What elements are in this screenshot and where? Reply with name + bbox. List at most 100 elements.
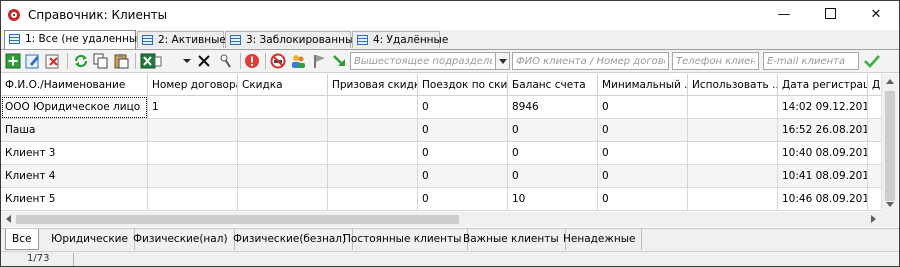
delete-icon[interactable]	[45, 53, 61, 69]
prize-discount-cell[interactable]	[328, 165, 418, 188]
discount-cell[interactable]	[238, 119, 328, 142]
column-header[interactable]: Поездок по ски...	[418, 74, 508, 96]
flag-icon[interactable]	[312, 53, 328, 69]
discount-cell[interactable]	[238, 165, 328, 188]
trips-cell[interactable]: 0	[418, 96, 508, 119]
balance-cell[interactable]: 0	[508, 119, 598, 142]
column-header[interactable]: Призовая скидка	[328, 74, 418, 96]
column-header[interactable]: Баланс счета	[508, 74, 598, 96]
minimum-cell[interactable]: 0	[598, 142, 688, 165]
contract-number-cell[interactable]	[148, 165, 238, 188]
horizontal-scrollbar[interactable]	[1, 212, 881, 227]
minimize-button[interactable]: —	[761, 1, 807, 30]
refresh-icon[interactable]	[73, 53, 89, 69]
copy-icon[interactable]	[93, 53, 109, 69]
prize-discount-cell[interactable]	[328, 188, 418, 211]
no-smoking-icon[interactable]	[270, 53, 286, 69]
dropdown-arrow-icon[interactable]	[182, 53, 192, 69]
users-icon[interactable]	[290, 53, 306, 69]
extra-date-cell[interactable]	[868, 188, 881, 211]
trips-cell[interactable]: 0	[418, 188, 508, 211]
cancel-x-icon[interactable]	[196, 53, 212, 69]
apply-filter-button[interactable]	[863, 53, 881, 69]
scroll-right-icon[interactable]	[871, 215, 876, 223]
pin-icon[interactable]	[218, 53, 234, 69]
minimum-cell[interactable]: 0	[598, 96, 688, 119]
vertical-scrollbar[interactable]	[881, 74, 898, 212]
tab-deleted[interactable]: 4: Удалённые	[352, 31, 448, 48]
minimum-cell[interactable]: 0	[598, 188, 688, 211]
contract-number-cell[interactable]	[148, 188, 238, 211]
title-bar[interactable]: Справочник: Клиенты — ✕	[1, 1, 899, 30]
client-name-cell[interactable]: Клиент 3	[1, 142, 148, 165]
use-cell[interactable]	[688, 96, 778, 119]
balance-cell[interactable]: 0	[508, 142, 598, 165]
client-name-cell[interactable]: Клиент 5	[1, 188, 148, 211]
use-cell[interactable]	[688, 119, 778, 142]
stop-icon[interactable]	[244, 53, 260, 69]
email-filter-input[interactable]	[763, 52, 859, 70]
column-header[interactable]: Да	[868, 74, 881, 96]
balance-cell[interactable]: 10	[508, 188, 598, 211]
client-name-cell[interactable]: Клиент 4	[1, 165, 148, 188]
prize-discount-cell[interactable]	[328, 119, 418, 142]
close-button[interactable]: ✕	[853, 1, 899, 30]
horizontal-scroll-thumb[interactable]	[16, 215, 459, 224]
scroll-up-icon[interactable]	[886, 79, 894, 84]
vertical-scroll-thumb[interactable]	[885, 91, 895, 201]
edit-icon[interactable]	[25, 53, 41, 69]
column-header[interactable]: Ф.И.О./Наименование	[1, 74, 148, 96]
arrow-import-icon[interactable]	[332, 53, 348, 69]
add-icon[interactable]	[5, 53, 21, 69]
minimum-cell[interactable]: 0	[598, 119, 688, 142]
contract-number-cell[interactable]: 1	[148, 96, 238, 119]
contract-number-cell[interactable]	[148, 142, 238, 165]
use-cell[interactable]	[688, 188, 778, 211]
column-header[interactable]: Минимальный ...	[598, 74, 688, 96]
prize-discount-cell[interactable]	[328, 96, 418, 119]
category-tab-legal[interactable]: Юридические	[45, 229, 135, 250]
category-tab-regular[interactable]: Постоянные клиенты	[337, 229, 469, 250]
contract-number-cell[interactable]	[148, 119, 238, 142]
maximize-button[interactable]	[807, 1, 853, 30]
extra-date-cell[interactable]	[868, 96, 881, 119]
discount-cell[interactable]	[238, 188, 328, 211]
client-filter-input[interactable]	[512, 52, 669, 70]
minimum-cell[interactable]: 0	[598, 165, 688, 188]
trips-cell[interactable]: 0	[418, 142, 508, 165]
trips-cell[interactable]: 0	[418, 165, 508, 188]
category-tab-unreliable[interactable]: Ненадежные	[557, 229, 643, 250]
registration-date-cell[interactable]: 10:46 08.09.2014	[778, 188, 868, 211]
category-tab-important[interactable]: Важные клиенты	[457, 229, 566, 250]
category-tab-all[interactable]: Все	[5, 229, 39, 250]
registration-date-cell[interactable]: 10:40 08.09.2014	[778, 142, 868, 165]
phone-filter-input[interactable]	[672, 52, 759, 70]
scroll-left-icon[interactable]	[6, 215, 11, 223]
department-dropdown-button[interactable]	[495, 52, 510, 70]
prize-discount-cell[interactable]	[328, 142, 418, 165]
balance-cell[interactable]: 0	[508, 165, 598, 188]
client-name-cell[interactable]: ООО Юридическое лицо	[1, 96, 148, 119]
excel-export-icon[interactable]	[140, 53, 162, 69]
registration-date-cell[interactable]: 10:41 08.09.2014	[778, 165, 868, 188]
category-tab-individual-cash[interactable]: Физические(нал)	[127, 229, 235, 250]
department-filter-input[interactable]	[350, 52, 496, 70]
extra-date-cell[interactable]	[868, 142, 881, 165]
column-header[interactable]: Дата регистрац...	[778, 74, 868, 96]
use-cell[interactable]	[688, 165, 778, 188]
scroll-down-icon[interactable]	[886, 202, 894, 207]
paste-icon[interactable]	[113, 53, 129, 69]
balance-cell[interactable]: 8946	[508, 96, 598, 119]
use-cell[interactable]	[688, 142, 778, 165]
category-tab-individual-noncash[interactable]: Физические(безнал)	[227, 229, 354, 250]
registration-date-cell[interactable]: 14:02 09.12.2013	[778, 96, 868, 119]
extra-date-cell[interactable]	[868, 165, 881, 188]
extra-date-cell[interactable]	[868, 119, 881, 142]
tab-all[interactable]: 1: Все (не удаленные)	[4, 30, 148, 49]
column-header[interactable]: Использовать ...	[688, 74, 778, 96]
column-header[interactable]: Номер договора	[148, 74, 238, 96]
trips-cell[interactable]: 0	[418, 119, 508, 142]
tab-active[interactable]: 2: Активные	[137, 31, 226, 48]
discount-cell[interactable]	[238, 96, 328, 119]
discount-cell[interactable]	[238, 142, 328, 165]
